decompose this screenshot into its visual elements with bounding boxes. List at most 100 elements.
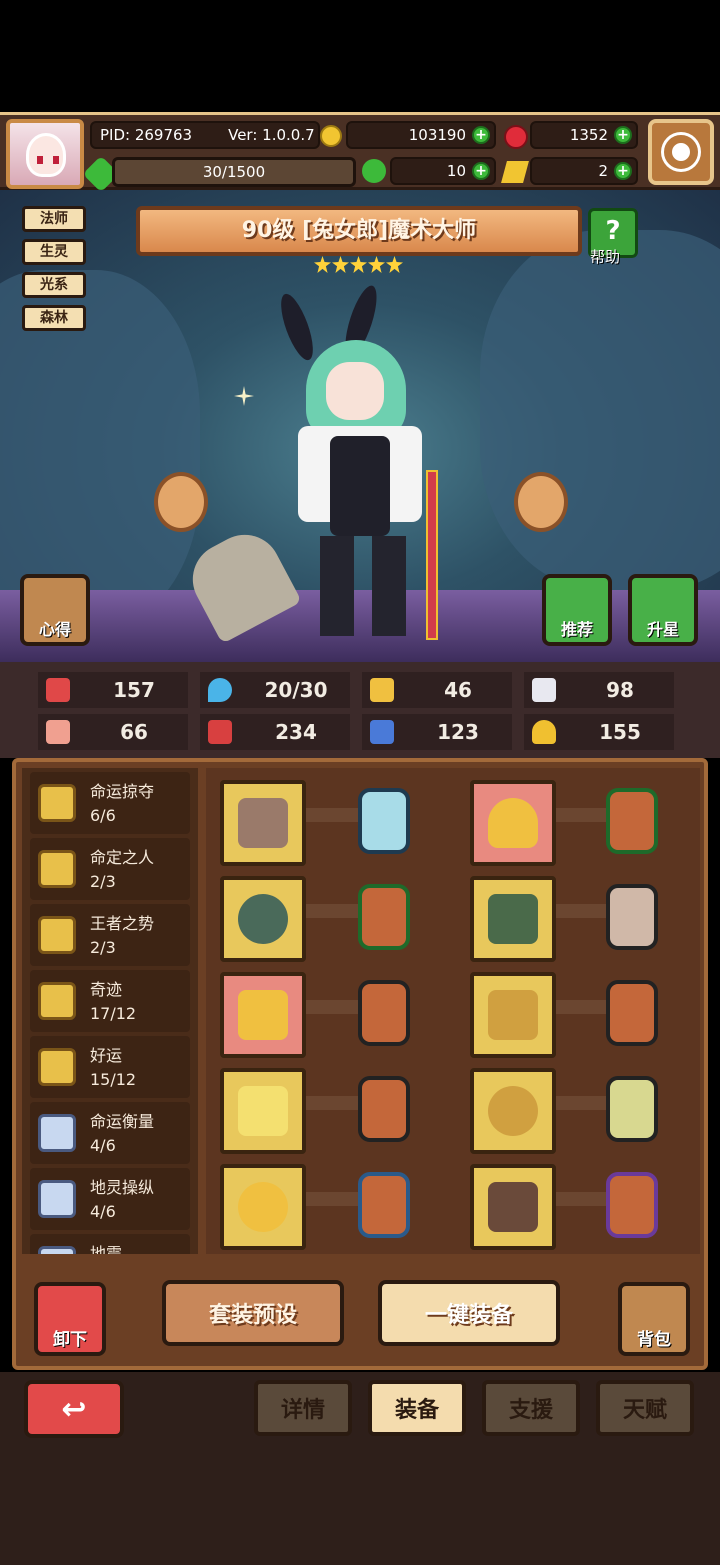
stat-attack: 66 <box>38 714 188 750</box>
armor-slot[interactable] <box>470 876 556 962</box>
rune-socket[interactable] <box>606 788 658 854</box>
top-status-bar: PID: 269763 Ver: 1.0.0.7 103190 + 1352 +… <box>0 112 720 193</box>
rune-socket[interactable] <box>606 1076 658 1142</box>
rune-socket[interactable] <box>358 884 410 950</box>
fist-icon <box>46 720 70 744</box>
cloak-icon <box>488 894 538 944</box>
add-ticket-icon[interactable]: + <box>614 162 632 180</box>
gold-coin-icon <box>320 125 342 147</box>
settings-gear-button[interactable] <box>648 119 714 185</box>
star-icon <box>350 256 367 273</box>
star-icon <box>332 256 349 273</box>
set-bonus-list[interactable]: 命运掠夺 6/6 命定之人 2/3 王者之势 2/3 奇迹 17/12 好运 15/12 … <box>22 768 198 1254</box>
notes-button[interactable]: 心得 <box>20 574 90 646</box>
recommend-button[interactable]: 推荐 <box>542 574 612 646</box>
set-item[interactable]: 命定之人 2/3 <box>30 838 190 900</box>
necklace-slot[interactable] <box>220 972 306 1058</box>
question-mark-icon: ? <box>605 216 621 246</box>
exp-text: 30/1500 <box>202 163 266 181</box>
gem-icon <box>504 125 528 149</box>
gold-pill: 103190 + <box>346 121 496 149</box>
rune-socket[interactable] <box>358 788 410 854</box>
tab-support[interactable]: 支援 <box>482 1380 580 1436</box>
sun-emblem-icon <box>238 1086 288 1136</box>
stat-evasion: 98 <box>524 672 674 708</box>
rune-socket[interactable] <box>606 884 658 950</box>
speed-boot-icon <box>370 720 394 744</box>
bracelet-slot[interactable] <box>470 1068 556 1154</box>
rune-socket[interactable] <box>358 980 410 1046</box>
tab-details[interactable]: 详情 <box>254 1380 352 1436</box>
set-medal-icon <box>38 982 76 1020</box>
emblem-slot[interactable] <box>220 1068 306 1154</box>
back-button[interactable]: ↩ <box>24 1380 124 1438</box>
gem-pill: 1352 + <box>530 121 638 149</box>
orb-slot[interactable] <box>220 876 306 962</box>
add-clover-icon[interactable]: + <box>472 162 490 180</box>
stat-speed: 123 <box>362 714 512 750</box>
notes-label: 心得 <box>38 620 71 639</box>
add-gold-icon[interactable]: + <box>472 126 490 144</box>
exp-bar: 30/1500 <box>112 157 356 187</box>
boots-slot[interactable] <box>470 1164 556 1250</box>
rune-socket[interactable] <box>358 1172 410 1238</box>
auto-equip-button[interactable]: 一键装备 <box>378 1280 560 1346</box>
tab-talent[interactable]: 天赋 <box>596 1380 694 1436</box>
bag-button[interactable]: 背包 <box>618 1282 690 1356</box>
rune-socket[interactable] <box>606 980 658 1046</box>
star-upgrade-button[interactable]: 升星 <box>628 574 698 646</box>
bracelet-icon <box>488 1086 538 1136</box>
weapon-slot[interactable] <box>220 780 306 866</box>
clover-amount: 10 <box>446 162 466 180</box>
add-gems-icon[interactable]: + <box>614 126 632 144</box>
ring-slot[interactable] <box>220 1164 306 1250</box>
equip-badge-right[interactable] <box>514 472 568 532</box>
unequip-button[interactable]: 卸下 <box>34 1282 106 1356</box>
hat-slot[interactable] <box>470 780 556 866</box>
set-item[interactable]: 奇迹 17/12 <box>30 970 190 1032</box>
set-item[interactable]: 地震 <box>30 1234 190 1254</box>
axe-icon <box>238 798 288 848</box>
set-medal-icon <box>38 1048 76 1086</box>
rune-socket[interactable] <box>358 1076 410 1142</box>
rune-socket[interactable] <box>606 1172 658 1238</box>
gem-amount: 1352 <box>569 126 608 144</box>
mana-drop-icon <box>208 678 232 702</box>
set-item[interactable]: 王者之势 2/3 <box>30 904 190 966</box>
stat-hp: 157 <box>38 672 188 708</box>
set-medal-icon <box>38 1114 76 1152</box>
ticket-pill: 2 + <box>530 157 638 185</box>
ticket-icon <box>501 161 529 183</box>
equipment-grid <box>206 768 700 1254</box>
orb-icon <box>238 894 288 944</box>
gold-amount: 103190 <box>408 126 466 144</box>
player-avatar[interactable] <box>6 119 84 189</box>
set-preset-button[interactable]: 套装预设 <box>162 1280 344 1346</box>
ticket-amount: 2 <box>598 162 608 180</box>
version-text: Ver: 1.0.0.7 <box>228 126 315 144</box>
hero-title-banner: 90级 [兔女郎]魔术大师 <box>136 206 582 256</box>
unequip-label: 卸下 <box>53 1330 87 1350</box>
set-medal-icon <box>38 784 76 822</box>
stat-defense: 46 <box>362 672 512 708</box>
set-item[interactable]: 地灵操纵 4/6 <box>30 1168 190 1230</box>
scroll-slot[interactable] <box>470 972 556 1058</box>
class-tag-mage: 法师 <box>22 206 86 232</box>
tab-equipment[interactable]: 装备 <box>368 1380 466 1436</box>
set-item[interactable]: 命运掠夺 6/6 <box>30 772 190 834</box>
set-item[interactable]: 命运衡量 4/6 <box>30 1102 190 1164</box>
stat-mana: 20/30 <box>200 672 350 708</box>
tree-trunk-right <box>480 230 720 590</box>
spellbook-icon <box>208 720 232 744</box>
player-id: PID: 269763 <box>100 126 193 144</box>
equip-badge-left[interactable] <box>154 472 208 532</box>
boots-icon <box>488 1182 538 1232</box>
scroll-icon <box>488 990 538 1040</box>
star-icon <box>386 256 403 273</box>
hero-star-rating <box>314 256 404 277</box>
gear-icon <box>664 135 698 169</box>
straw-hat-icon <box>488 798 538 848</box>
heart-icon <box>46 678 70 702</box>
ring-icon <box>238 1182 288 1232</box>
set-item[interactable]: 好运 15/12 <box>30 1036 190 1098</box>
